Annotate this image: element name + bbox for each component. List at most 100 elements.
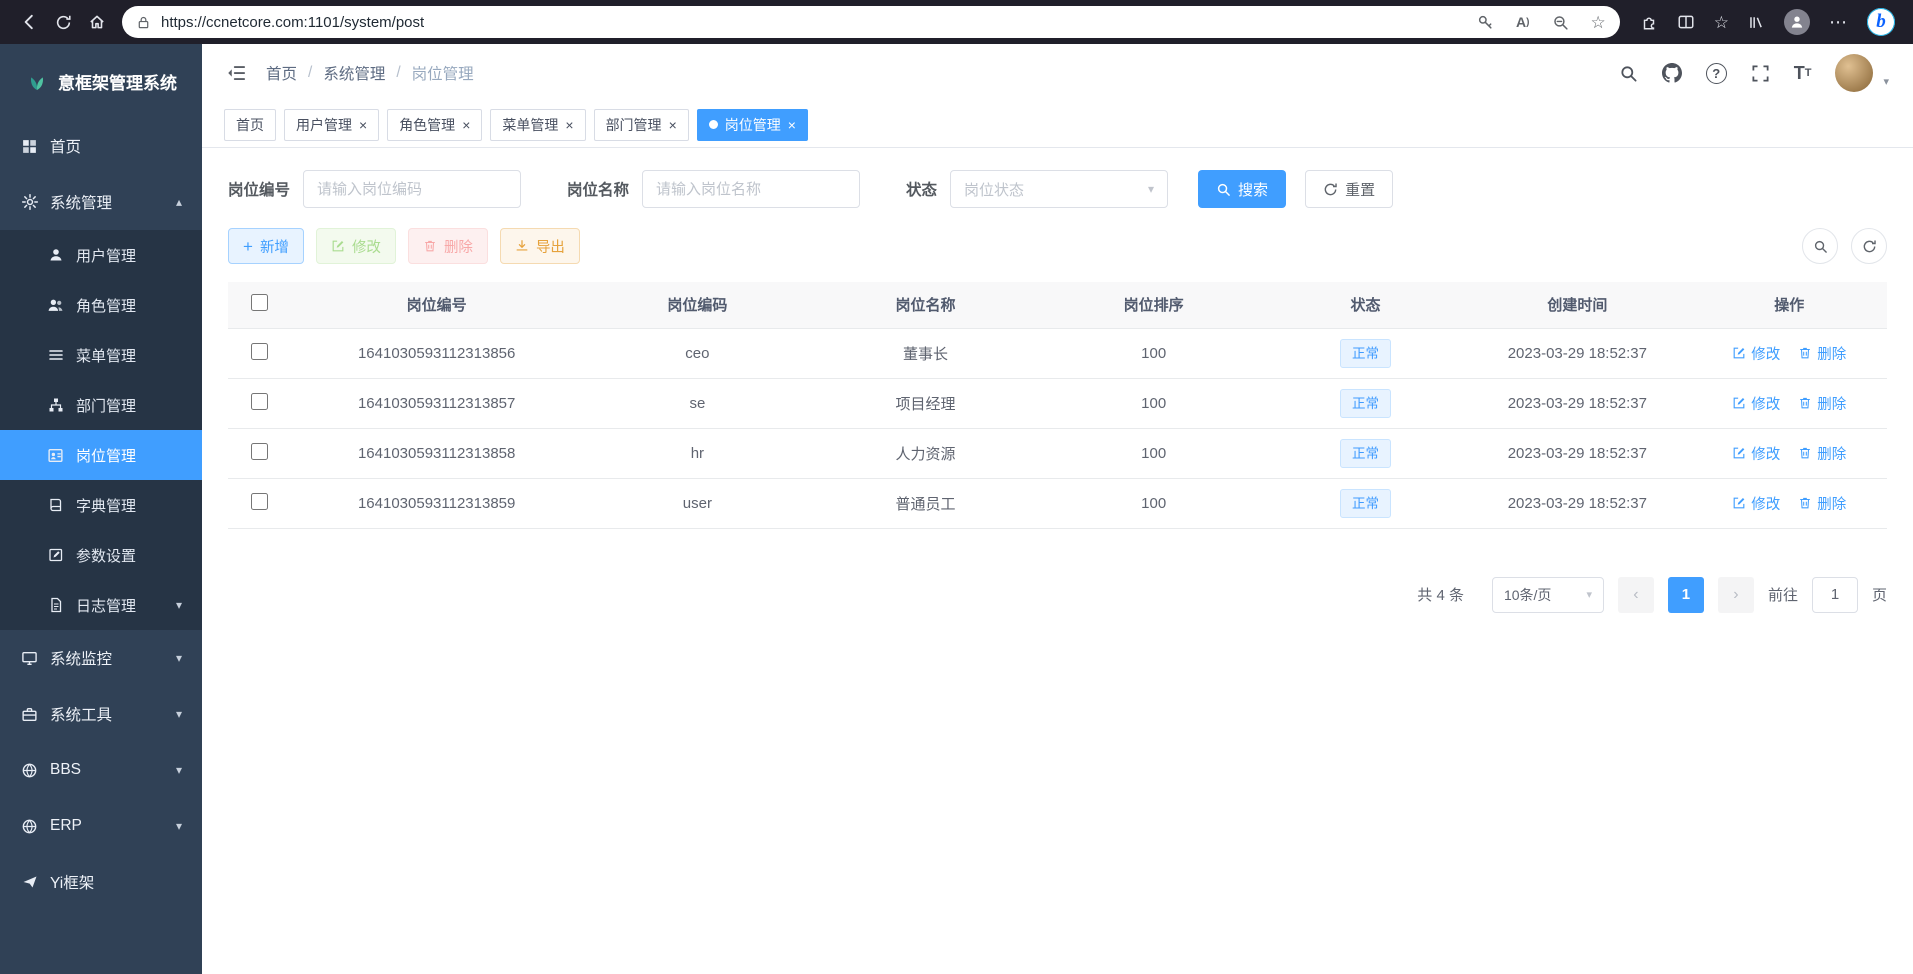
close-icon[interactable]: × xyxy=(565,118,573,132)
row-checkbox[interactable] xyxy=(251,493,268,510)
close-icon[interactable]: × xyxy=(669,118,677,132)
row-checkbox[interactable] xyxy=(251,393,268,410)
url-text: https://ccnetcore.com:1101/system/post xyxy=(161,14,424,31)
help-icon[interactable]: ? xyxy=(1706,63,1727,84)
sidebar-fold-icon[interactable] xyxy=(226,63,246,83)
breadcrumb-item[interactable]: 系统管理 xyxy=(323,62,385,84)
tab-dept-mgmt[interactable]: 部门管理 × xyxy=(594,109,689,141)
next-page-button[interactable]: › xyxy=(1718,577,1754,613)
download-icon xyxy=(515,239,529,253)
sidebar-item-system-monitor[interactable]: 系统监控 ▾ xyxy=(0,630,202,686)
sidebar-item-dept-mgmt[interactable]: 部门管理 xyxy=(0,380,202,430)
globe-icon xyxy=(20,761,39,780)
avatar-dropdown-caret-icon[interactable]: ▾ xyxy=(1883,75,1889,92)
post-name-input[interactable] xyxy=(642,170,860,208)
sidebar-item-system-tools[interactable]: 系统工具 ▾ xyxy=(0,686,202,742)
column-header: 操作 xyxy=(1691,282,1887,328)
address-bar-actions: A) ☆ xyxy=(1477,14,1606,31)
split-screen-icon[interactable] xyxy=(1677,13,1695,31)
github-icon[interactable] xyxy=(1662,63,1682,83)
user-avatar[interactable] xyxy=(1835,54,1873,92)
sidebar-item-dict-mgmt[interactable]: 字典管理 xyxy=(0,480,202,530)
row-actions: 修改 删除 xyxy=(1691,393,1887,414)
browser-refresh-button[interactable] xyxy=(46,5,80,39)
close-icon[interactable]: × xyxy=(788,118,796,132)
header-actions: ? TT ▾ xyxy=(1619,54,1889,92)
sidebar-item-post-mgmt[interactable]: 岗位管理 xyxy=(0,430,202,480)
row-delete-button[interactable]: 删除 xyxy=(1798,493,1846,514)
export-button[interactable]: 导出 xyxy=(500,228,580,264)
goto-page-input[interactable] xyxy=(1812,577,1858,613)
sidebar-item-log-mgmt[interactable]: 日志管理 ▾ xyxy=(0,580,202,630)
column-header: 岗位排序 xyxy=(1040,282,1268,328)
trash-icon xyxy=(1798,396,1812,410)
browser-menu-icon[interactable]: ⋯ xyxy=(1829,12,1848,33)
toggle-search-button[interactable] xyxy=(1802,228,1838,264)
browser-profile-avatar[interactable] xyxy=(1784,9,1810,35)
reset-button[interactable]: 重置 xyxy=(1305,170,1393,208)
tab-role-mgmt[interactable]: 角色管理 × xyxy=(387,109,482,141)
row-edit-button[interactable]: 修改 xyxy=(1732,443,1780,464)
row-edit-button[interactable]: 修改 xyxy=(1732,493,1780,514)
prev-page-button[interactable]: ‹ xyxy=(1618,577,1654,613)
table-row[interactable]: 1641030593112313858 hr 人力资源 100 正常 2023-… xyxy=(228,428,1887,478)
sidebar-item-system-mgmt[interactable]: 系统管理 ▴ xyxy=(0,174,202,230)
add-favorite-icon[interactable]: ☆ xyxy=(1591,14,1606,31)
table-row[interactable]: 1641030593112313857 se 项目经理 100 正常 2023-… xyxy=(228,378,1887,428)
row-edit-button[interactable]: 修改 xyxy=(1732,393,1780,414)
row-checkbox[interactable] xyxy=(251,343,268,360)
sidebar-item-menu-mgmt[interactable]: 菜单管理 xyxy=(0,330,202,380)
sidebar-item-bbs[interactable]: BBS ▾ xyxy=(0,742,202,798)
row-edit-button[interactable]: 修改 xyxy=(1732,343,1780,364)
edit-button[interactable]: 修改 xyxy=(316,228,396,264)
collections-icon[interactable] xyxy=(1748,14,1765,31)
browser-back-button[interactable] xyxy=(12,5,46,39)
extensions-puzzle-icon[interactable] xyxy=(1640,13,1658,31)
post-code-input[interactable] xyxy=(303,170,521,208)
table-row[interactable]: 1641030593112313859 user 普通员工 100 正常 202… xyxy=(228,478,1887,528)
table-row[interactable]: 1641030593112313856 ceo 董事长 100 正常 2023-… xyxy=(228,328,1887,378)
tab-post-mgmt[interactable]: 岗位管理 × xyxy=(697,109,808,141)
sidebar-item-user-mgmt[interactable]: 用户管理 xyxy=(0,230,202,280)
fullscreen-icon[interactable] xyxy=(1751,64,1770,83)
status-label: 状态 xyxy=(906,178,937,200)
tab-home[interactable]: 首页 xyxy=(224,109,276,141)
password-key-icon[interactable] xyxy=(1477,14,1494,31)
sidebar-item-label: 菜单管理 xyxy=(76,345,136,366)
address-bar[interactable]: https://ccnetcore.com:1101/system/post A… xyxy=(122,6,1620,38)
browser-home-button[interactable] xyxy=(80,5,114,39)
refresh-icon xyxy=(1862,239,1877,254)
cell-post-code: ceo xyxy=(583,328,811,378)
tab-label: 角色管理 xyxy=(399,115,455,135)
status-select[interactable]: 岗位状态 ▾ xyxy=(950,170,1168,208)
close-icon[interactable]: × xyxy=(462,118,470,132)
bing-copilot-icon[interactable]: b xyxy=(1867,8,1895,36)
font-size-icon[interactable]: TT xyxy=(1794,64,1812,82)
delete-button[interactable]: 删除 xyxy=(408,228,488,264)
header-search-icon[interactable] xyxy=(1619,64,1638,83)
page-number-button[interactable]: 1 xyxy=(1668,577,1704,613)
breadcrumb-item[interactable]: 首页 xyxy=(266,62,297,84)
sidebar-item-erp[interactable]: ERP ▾ xyxy=(0,798,202,854)
row-checkbox[interactable] xyxy=(251,443,268,460)
read-aloud-icon[interactable]: A) xyxy=(1516,14,1529,30)
chevron-down-icon: ▾ xyxy=(176,598,182,612)
tab-menu-mgmt[interactable]: 菜单管理 × xyxy=(490,109,585,141)
edit-square-icon xyxy=(46,546,65,565)
sidebar-item-role-mgmt[interactable]: 角色管理 xyxy=(0,280,202,330)
add-button[interactable]: + 新增 xyxy=(228,228,304,264)
sidebar-item-yi-framework[interactable]: Yi框架 xyxy=(0,854,202,910)
search-button[interactable]: 搜索 xyxy=(1198,170,1286,208)
zoom-icon[interactable] xyxy=(1552,14,1569,31)
row-delete-button[interactable]: 删除 xyxy=(1798,393,1846,414)
refresh-table-button[interactable] xyxy=(1851,228,1887,264)
page-size-select[interactable]: 10条/页 ▾ xyxy=(1492,577,1604,613)
row-delete-button[interactable]: 删除 xyxy=(1798,443,1846,464)
sidebar-item-param-settings[interactable]: 参数设置 xyxy=(0,530,202,580)
select-all-checkbox[interactable] xyxy=(251,294,268,311)
row-delete-button[interactable]: 删除 xyxy=(1798,343,1846,364)
favorites-icon[interactable]: ☆ xyxy=(1714,14,1729,31)
sidebar-item-home[interactable]: 首页 xyxy=(0,118,202,174)
close-icon[interactable]: × xyxy=(359,118,367,132)
tab-user-mgmt[interactable]: 用户管理 × xyxy=(284,109,379,141)
